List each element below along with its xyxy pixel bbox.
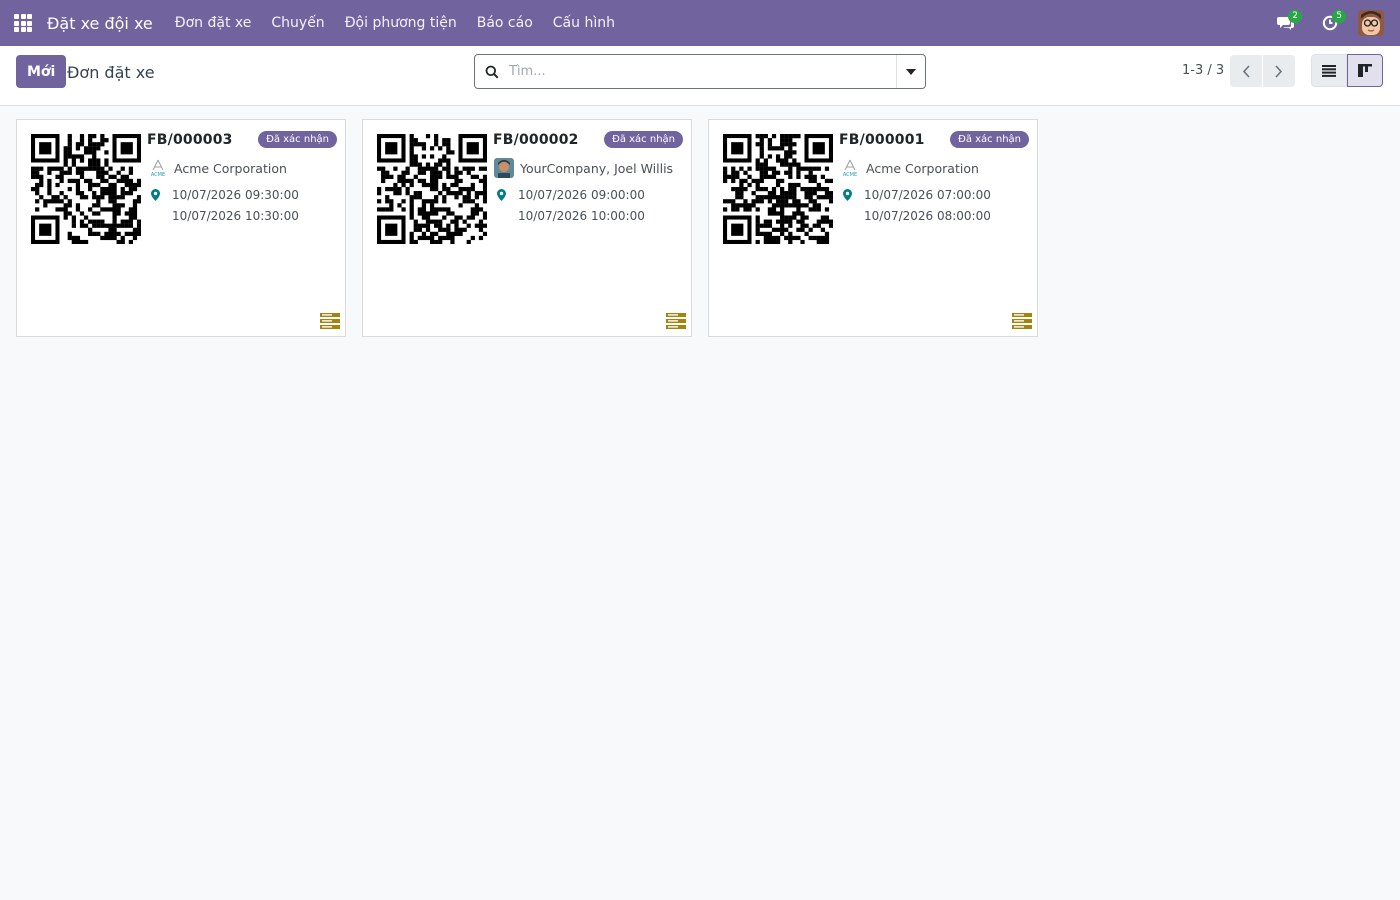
location-pin-icon <box>151 189 160 201</box>
pager-previous-button[interactable] <box>1230 55 1262 87</box>
activities-count-badge: 5 <box>1332 10 1346 23</box>
list-view-button[interactable] <box>1311 54 1347 87</box>
search-input[interactable] <box>509 56 896 87</box>
new-button[interactable]: Mới <box>16 55 67 88</box>
apps-menu-button[interactable] <box>0 0 46 46</box>
control-panel: Mới Đơn đặt xe 1-3 / 3 <box>0 46 1400 106</box>
app-title[interactable]: Đặt xe đội xe <box>47 14 153 33</box>
search-options-toggle[interactable] <box>896 55 925 88</box>
stack-icon[interactable] <box>666 313 686 329</box>
end-datetime: 10/07/2026 10:30:00 <box>172 209 299 223</box>
kanban-view-button[interactable] <box>1347 54 1383 87</box>
end-datetime: 10/07/2026 08:00:00 <box>864 209 991 223</box>
svg-text:ACME: ACME <box>843 172 857 178</box>
qr-code-icon <box>31 134 141 244</box>
end-datetime: 10/07/2026 10:00:00 <box>518 209 645 223</box>
partner-avatar-icon <box>494 158 514 178</box>
activities-button[interactable]: 5 <box>1308 0 1352 46</box>
status-badge: Đã xác nhận <box>604 131 683 148</box>
qr-code-icon <box>377 134 487 244</box>
menu-reports[interactable]: Báo cáo <box>467 0 543 46</box>
menu-trips[interactable]: Chuyến <box>261 0 334 46</box>
partner-name: Acme Corporation <box>866 160 979 176</box>
booking-reference: FB/000002 <box>493 132 579 148</box>
partner-name: Acme Corporation <box>174 160 287 176</box>
location-pin-icon <box>497 189 506 201</box>
start-datetime: 10/07/2026 09:30:00 <box>172 188 299 202</box>
status-badge: Đã xác nhận <box>950 131 1029 148</box>
chevron-left-icon <box>1242 64 1250 78</box>
pager-next-button[interactable] <box>1263 55 1295 87</box>
messages-count-badge: 2 <box>1288 10 1302 23</box>
apps-grid-icon <box>14 14 32 32</box>
partner-name: YourCompany, Joel Willis <box>520 160 674 176</box>
kanban-card[interactable]: FB/000003 Đã xác nhận ACME Acme Corporat… <box>16 119 346 337</box>
pager-value[interactable]: 1-3 / 3 <box>1182 63 1224 78</box>
booking-reference: FB/000001 <box>839 132 925 148</box>
messages-button[interactable]: 2 <box>1264 0 1308 46</box>
partner-info: YourCompany, Joel Willis <box>494 158 673 178</box>
partner-info: ACME Acme Corporation <box>148 158 287 178</box>
location-pin-icon <box>843 189 852 201</box>
start-datetime: 10/07/2026 07:00:00 <box>864 188 991 202</box>
kanban-card[interactable]: FB/000002 Đã xác nhận YourCompany, Joel … <box>362 119 692 337</box>
booking-reference: FB/000003 <box>147 132 233 148</box>
search-bar <box>474 54 926 89</box>
menu-bookings[interactable]: Đơn đặt xe <box>165 0 262 46</box>
stack-icon[interactable] <box>1012 313 1032 329</box>
stack-icon[interactable] <box>320 313 340 329</box>
status-badge: Đã xác nhận <box>258 131 337 148</box>
partner-info: ACME Acme Corporation <box>840 158 979 178</box>
kanban-icon <box>1358 64 1372 77</box>
svg-text:ACME: ACME <box>151 172 165 178</box>
breadcrumb-title: Đơn đặt xe <box>67 63 155 82</box>
caret-down-icon <box>906 68 916 75</box>
menu-configuration[interactable]: Cấu hình <box>543 0 625 46</box>
acme-logo-icon: ACME <box>840 158 860 178</box>
acme-logo-icon: ACME <box>148 158 168 178</box>
start-datetime: 10/07/2026 09:00:00 <box>518 188 645 202</box>
user-avatar[interactable] <box>1358 10 1384 36</box>
chevron-right-icon <box>1275 64 1283 78</box>
qr-code-icon <box>723 134 833 244</box>
search-icon <box>475 55 509 88</box>
menu-fleet[interactable]: Đội phương tiện <box>335 0 467 46</box>
top-navbar: Đặt xe đội xe Đơn đặt xe Chuyến Đội phươ… <box>0 0 1400 46</box>
list-icon <box>1322 64 1336 77</box>
kanban-card[interactable]: FB/000001 Đã xác nhận ACME Acme Corporat… <box>708 119 1038 337</box>
